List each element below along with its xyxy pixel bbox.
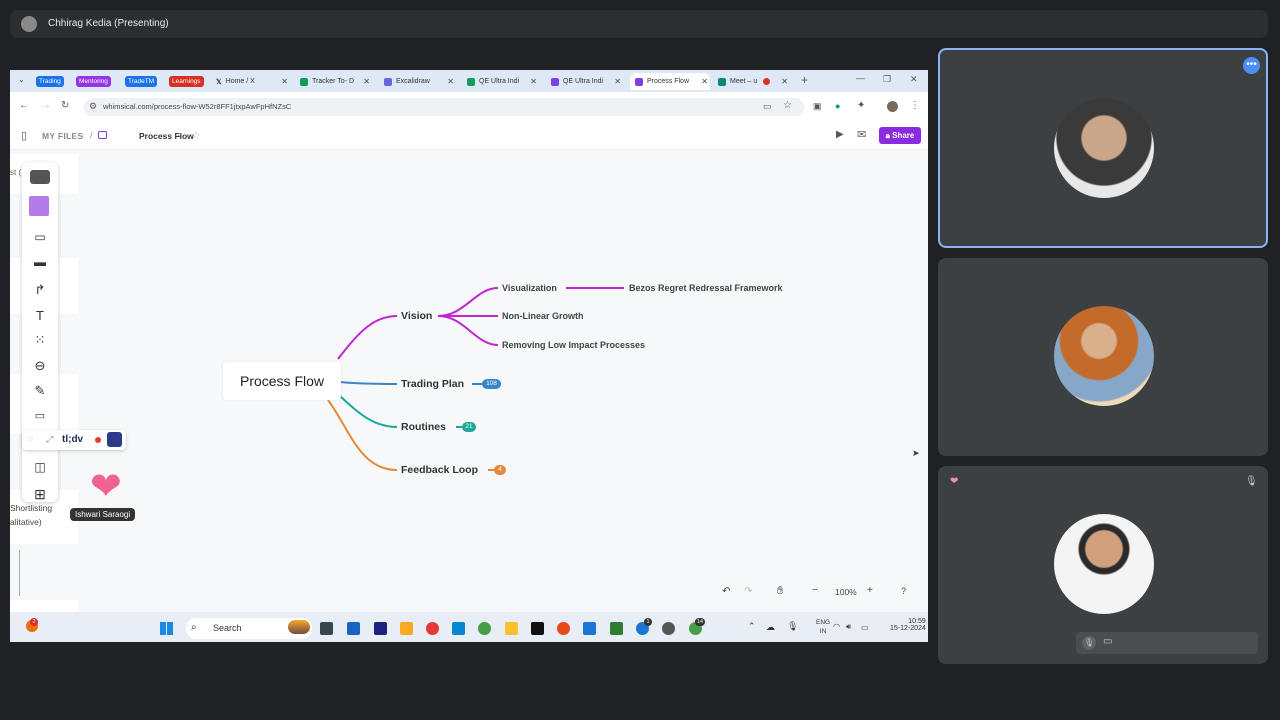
participant-video <box>1054 98 1154 198</box>
camera-icon[interactable]: ▭ <box>1103 636 1112 647</box>
microphone-icon[interactable]: 🎙︎ <box>787 621 798 632</box>
edge-removing <box>437 315 499 346</box>
trading-plan-count-badge[interactable]: 108 <box>482 379 501 389</box>
app-s-icon[interactable] <box>583 622 596 635</box>
zoom-out-icon[interactable]: − <box>812 585 818 596</box>
participant-avatar <box>1054 514 1154 614</box>
shared-screen: ⌄ Trading Mentoring TradeTM Learnings 𝕏 … <box>10 70 928 642</box>
edge-feedback-loop <box>327 399 398 471</box>
google-drive-icon[interactable] <box>505 622 518 635</box>
edge-vision <box>337 315 398 360</box>
mindmap-root-node[interactable]: Process Flow <box>223 362 341 400</box>
language-indicator[interactable]: ENG IN <box>816 618 830 636</box>
windows-start-icon[interactable] <box>160 622 173 635</box>
chrome-badge: 1 <box>644 618 652 626</box>
routines-count-badge[interactable]: 21 <box>462 422 476 432</box>
mic-off-icon[interactable]: 🎙︎ <box>1082 636 1096 650</box>
participant-avatar <box>1054 306 1154 406</box>
chatgpt-icon[interactable] <box>662 622 675 635</box>
taskbar-search-label: Search <box>213 623 242 633</box>
tradingview-icon[interactable] <box>531 622 544 635</box>
node-routines[interactable]: Routines <box>401 421 446 433</box>
chrome-icon[interactable] <box>426 622 439 635</box>
more-options-icon[interactable]: ••• <box>1243 57 1260 74</box>
help-button[interactable]: ? <box>901 586 906 596</box>
outlook-icon[interactable] <box>347 622 360 635</box>
node-vision[interactable]: Vision <box>401 310 432 322</box>
node-non-linear-growth[interactable]: Non-Linear Growth <box>502 311 584 321</box>
feedback-loop-count-badge[interactable]: 4 <box>494 465 506 475</box>
task-view-icon[interactable] <box>320 622 333 635</box>
edge-trading-plan <box>339 381 398 385</box>
file-explorer-icon[interactable] <box>400 622 413 635</box>
evernote-icon[interactable] <box>478 622 491 635</box>
edge-visualization <box>437 287 499 317</box>
search-icon: ⌕ <box>191 622 197 633</box>
redo-icon[interactable]: ↷ <box>744 586 752 597</box>
presenter-avatar <box>21 16 37 32</box>
onedrive-icon[interactable]: ☁ <box>766 622 775 633</box>
calculator-icon[interactable] <box>452 622 465 635</box>
meet-header-bar <box>10 10 1268 38</box>
mindmap-edges <box>327 287 624 471</box>
excel-icon[interactable] <box>610 622 623 635</box>
edge-routines <box>339 395 398 428</box>
notification-badge: 2 <box>30 618 38 626</box>
node-bezos-framework[interactable]: Bezos Regret Redressal Framework <box>629 283 783 293</box>
app-circle-icon[interactable] <box>557 622 570 635</box>
whatsapp-badge: 14 <box>695 618 705 626</box>
node-removing-low-impact[interactable]: Removing Low Impact Processes <box>502 340 645 350</box>
heart-reaction-icon: ❤ <box>950 476 959 487</box>
battery-icon[interactable]: ▭ <box>861 623 869 632</box>
node-visualization[interactable]: Visualization <box>502 283 557 293</box>
node-trading-plan[interactable]: Trading Plan <box>401 378 464 390</box>
node-feedback-loop[interactable]: Feedback Loop <box>401 464 478 476</box>
taskbar-clock[interactable]: 10:59 15-12-2024 <box>890 618 926 632</box>
wifi-icon[interactable]: ◠ <box>833 622 840 631</box>
undo-icon[interactable]: ↶ <box>722 586 730 597</box>
presenter-name: Chhirag Kedia (Presenting) <box>48 18 169 29</box>
zoom-in-icon[interactable]: + <box>867 585 873 596</box>
volume-icon[interactable]: 🔊︎ <box>846 622 851 632</box>
chevron-up-icon[interactable]: ⌃ <box>748 621 756 632</box>
mouse-cursor-icon: ➤ <box>912 448 920 458</box>
app-l-icon[interactable] <box>374 622 387 635</box>
hand-tool-icon[interactable]: ✋︎ <box>777 585 783 598</box>
search-highlight-icon <box>288 620 310 634</box>
mic-muted-icon: 🎙︎ <box>1245 476 1258 487</box>
zoom-level[interactable]: 100% <box>835 587 857 597</box>
